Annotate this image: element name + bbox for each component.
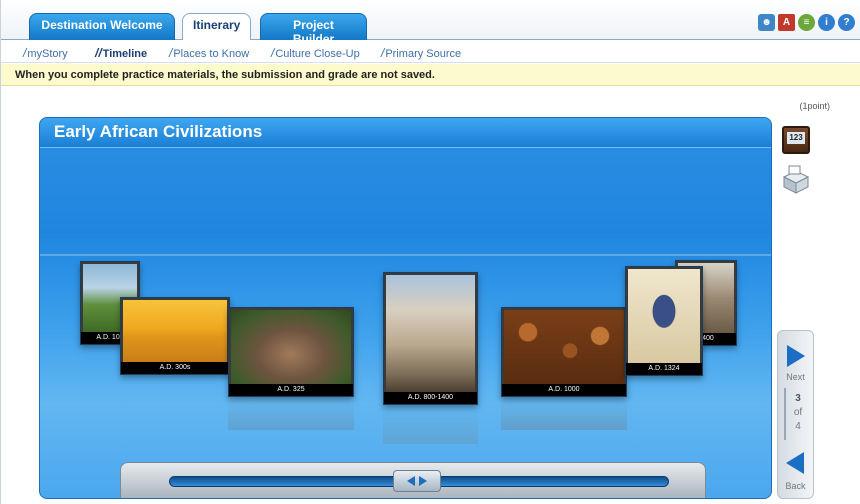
timeline-caption: A.D. 800-1400 [384, 392, 477, 404]
notepad-button[interactable] [780, 163, 812, 195]
back-label[interactable]: Back [778, 481, 813, 491]
timeline-caption: A.D. 300s [121, 362, 229, 374]
points-label: (1point) [799, 101, 830, 111]
timeline-scrollbar [120, 462, 706, 498]
subnav-culture-close-up[interactable]: /Culture Close-Up [271, 46, 360, 60]
people-icon[interactable]: ☻ [758, 14, 775, 31]
total-pages: 4 [795, 421, 801, 432]
subnav-label: myStory [27, 48, 68, 60]
scroll-thumb[interactable] [393, 470, 441, 492]
slash-icon: / [23, 46, 27, 60]
timeline-caption: A.D. 325 [229, 384, 353, 396]
page-navigation: Next 3 of 4 Back [777, 330, 814, 499]
slash-icon: / [271, 46, 275, 60]
desert-caravan-image [123, 300, 227, 362]
timeline-panel: Early African Civilizations A.D. 100 A.D… [39, 117, 772, 499]
page-indicator: 3 of 4 [784, 388, 810, 440]
tab-project-builder[interactable]: Project Builder [260, 13, 367, 46]
practice-notice: When you complete practice materials, th… [1, 64, 860, 86]
notepad-icon [782, 165, 810, 194]
tab-itinerary[interactable]: Itinerary [182, 13, 251, 41]
pottery-image [504, 310, 624, 384]
slash-icon: / [381, 46, 385, 60]
mansa-musa-map-image [628, 269, 700, 363]
reflection [501, 400, 627, 430]
subnav-label: Culture Close-Up [275, 48, 360, 60]
subnav-mystory[interactable]: /myStory [23, 46, 68, 60]
page-of: of [793, 407, 803, 418]
subnav-label: Timeline [102, 48, 148, 60]
timeline-item-ad-325[interactable]: A.D. 325 [228, 307, 354, 397]
street-scene-image [386, 275, 475, 392]
glossary-icon[interactable]: ≡ [798, 14, 815, 31]
horizon-line [40, 254, 771, 256]
panel-title: Early African Civilizations [40, 118, 771, 148]
timeline-item-ad-800-1400[interactable]: A.D. 800-1400 [383, 272, 478, 405]
subnav-label: Primary Source [385, 48, 462, 60]
tab-bar: Destination Welcome Itinerary Project Bu… [1, 0, 860, 46]
sub-navigation: /myStory //Timeline /Places to Know /Cul… [1, 40, 860, 63]
toolbar-icons: ☻ A ≡ i ? [758, 14, 855, 34]
timeline-caption: A.D. 1324 [626, 363, 702, 375]
subnav-places-to-know[interactable]: /Places to Know [169, 46, 249, 60]
calculator-screen: 123 [787, 132, 805, 144]
subnav-label: Places to Know [173, 48, 250, 60]
pdf-icon[interactable]: A [778, 14, 795, 31]
scroll-right-icon [419, 476, 427, 486]
reflection [228, 400, 354, 430]
timeline-item-ad-1000[interactable]: A.D. 1000 [501, 307, 627, 397]
info-icon[interactable]: i [818, 14, 835, 31]
slash-icon: // [95, 46, 102, 60]
back-arrow-icon[interactable] [786, 452, 804, 474]
subnav-timeline[interactable]: //Timeline [95, 46, 147, 60]
app-root: Destination Welcome Itinerary Project Bu… [0, 0, 860, 504]
next-arrow-icon[interactable] [787, 345, 805, 367]
reflection [383, 408, 478, 444]
subnav-primary-source[interactable]: /Primary Source [381, 46, 461, 60]
next-label[interactable]: Next [778, 372, 813, 382]
slash-icon: / [169, 46, 173, 60]
tab-destination-welcome[interactable]: Destination Welcome [29, 13, 175, 40]
timeline-caption: A.D. 1000 [502, 384, 626, 396]
scroll-left-icon [407, 476, 415, 486]
timeline-item-ad-300s[interactable]: A.D. 300s [120, 297, 230, 375]
help-icon[interactable]: ? [838, 14, 855, 31]
timeline-item-ad-1324[interactable]: A.D. 1324 [625, 266, 703, 376]
current-page: 3 [795, 393, 801, 404]
calculator-button[interactable]: 123 [782, 126, 810, 154]
beads-image [231, 310, 351, 384]
